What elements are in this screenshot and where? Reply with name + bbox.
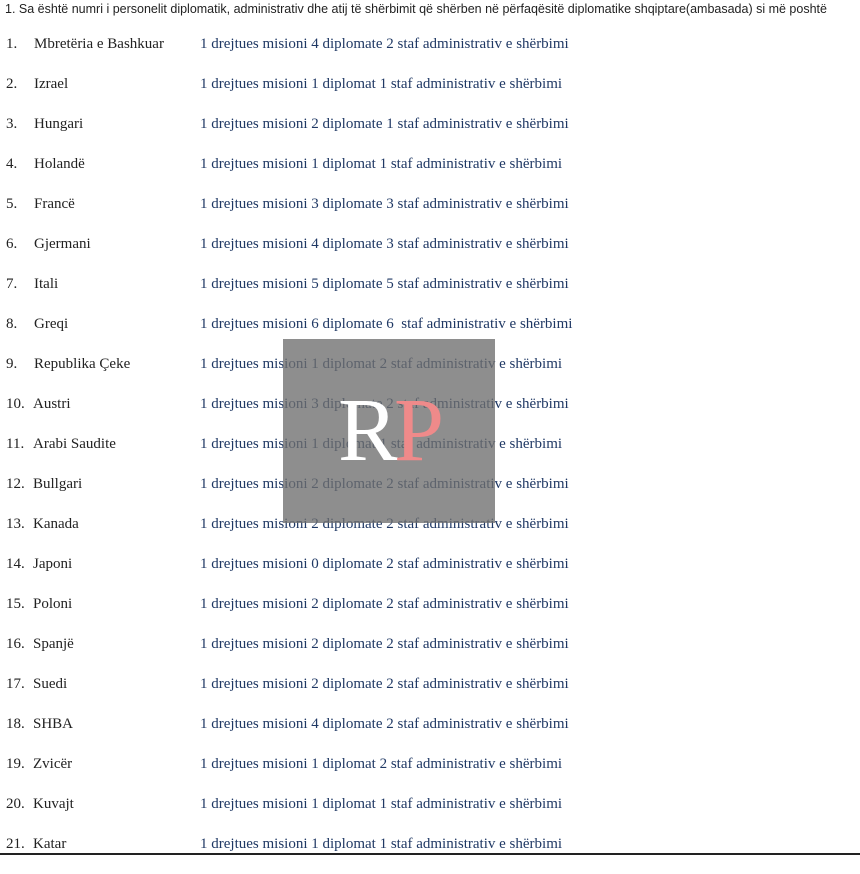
list-item: 3. Hungari 1 drejtues misioni 2 diplomate …: [0, 114, 860, 154]
item-number: 20.: [6, 796, 25, 812]
item-number: 11.: [6, 436, 25, 452]
item-number: 1.: [6, 36, 18, 52]
country-name: Mbretëria e Bashkuar: [34, 36, 164, 52]
item-number: 18.: [6, 716, 25, 732]
country-name: Bullgari: [33, 476, 83, 492]
item-number: 10.: [6, 396, 25, 412]
list-item: 16. Spanjë 1 drejtues misioni 2 diplomate …: [0, 634, 860, 674]
list-item: 12. Bullgari 1 drejtues misioni 2 diplomat…: [0, 474, 860, 514]
staff-composition: 1 drejtues misioni 4 diplomate 2 staf ad…: [200, 36, 569, 52]
staff-composition: 1 drejtues misioni 2 diplomate 1 staf ad…: [200, 116, 569, 132]
country-name: Greqi: [34, 316, 69, 332]
list-item: 18. SHBA 1 drejtues misioni 4 diplomate 2 …: [0, 714, 860, 754]
item-number: 14.: [6, 556, 25, 572]
list-item: 6. Gjermani 1 drejtues misioni 4 diplomate…: [0, 234, 860, 274]
staff-composition: 1 drejtues misioni 1 diplomat 1 staf adm…: [200, 76, 563, 92]
country-name: Suedi: [33, 676, 68, 692]
staff-composition: 1 drejtues misioni 4 diplomate 2 staf ad…: [200, 716, 569, 732]
list-item: 19. Zvicër 1 drejtues misioni 1 diplomat 2…: [0, 754, 860, 794]
item-number: 4.: [6, 156, 18, 172]
staff-composition: 1 drejtues misioni 3 diplomate 3 staf ad…: [200, 196, 569, 212]
staff-composition: 1 drejtues misioni 2 diplomate 2 staf ad…: [200, 516, 569, 532]
staff-composition: 1 drejtues misioni 2 diplomate 2 staf ad…: [200, 596, 569, 612]
staff-composition: 1 drejtues misioni 4 diplomate 3 staf ad…: [200, 236, 569, 252]
list-item: 4. Holandë 1 drejtues misioni 1 diplomat 1…: [0, 154, 860, 194]
item-number: 16.: [6, 636, 25, 652]
country-name: Izrael: [34, 76, 69, 92]
country-name: Republika Çeke: [34, 356, 131, 372]
country-name: Hungari: [34, 116, 84, 132]
item-number: 2.: [6, 76, 18, 92]
item-number: 8.: [6, 316, 18, 332]
country-name: Poloni: [33, 596, 73, 612]
list-item: 7. Itali 1 drejtues misioni 5 diplomate 5 …: [0, 274, 860, 314]
list-item: 8. Greqi 1 drejtues misioni 6 diplomate 6 …: [0, 314, 860, 354]
staff-composition: 1 drejtues misioni 1 diplomat 1 staf adm…: [200, 836, 563, 852]
staff-composition: 1 drejtues misioni 2 diplomate 2 staf ad…: [200, 476, 569, 492]
list-item: 10. Austri 1 drejtues misioni 3 diplomate …: [0, 394, 860, 434]
list-item: 11. Arabi Saudite 1 drejtues misioni 1 dip…: [0, 434, 860, 474]
item-number: 5.: [6, 196, 18, 212]
list-item: 13. Kanada 1 drejtues misioni 2 diplomate …: [0, 514, 860, 554]
country-name: Zvicër: [33, 756, 73, 772]
list-item: 20. Kuvajt 1 drejtues misioni 1 diplomat 1…: [0, 794, 860, 834]
item-number: 19.: [6, 756, 25, 772]
list-item: 14. Japoni 1 drejtues misioni 0 diplomate …: [0, 554, 860, 594]
item-number: 15.: [6, 596, 25, 612]
list-item: 17. Suedi 1 drejtues misioni 2 diplomate 2…: [0, 674, 860, 714]
item-number: 21.: [6, 836, 25, 852]
item-number: 3.: [6, 116, 18, 132]
staff-composition: 1 drejtues misioni 5 diplomate 5 staf ad…: [200, 276, 569, 292]
country-name: Francë: [34, 196, 75, 212]
staff-composition: 1 drejtues misioni 2 diplomate 2 staf ad…: [200, 636, 569, 652]
list-item: 15. Poloni 1 drejtues misioni 2 diplomate …: [0, 594, 860, 634]
country-name: SHBA: [33, 716, 74, 732]
country-name: Itali: [34, 276, 59, 292]
country-name: Katar: [33, 836, 67, 852]
item-number: 7.: [6, 276, 18, 292]
country-name: Austri: [33, 396, 71, 412]
staff-composition: 1 drejtues misioni 1 diplomat 1 staf adm…: [200, 796, 563, 812]
list-item: 2. Izrael 1 drejtues misioni 1 diplomat 1 …: [0, 74, 860, 114]
list-item: 5. Francë 1 drejtues misioni 3 diplomate 3…: [0, 194, 860, 234]
staff-composition: 1 drejtues misioni 6 diplomate 6 staf ad…: [200, 316, 573, 332]
staff-composition: 1 drejtues misioni 1 diplomat 1 staf adm…: [200, 156, 563, 172]
staff-composition: 1 drejtues misioni 2 diplomate 2 staf ad…: [200, 676, 569, 692]
embassy-staff-list: 1. Mbretëria e Bashkuar 1 drejtues misioni…: [0, 34, 860, 874]
item-number: 13.: [6, 516, 25, 532]
staff-composition: 1 drejtues misioni 1 diplomat 2 staf adm…: [200, 356, 563, 372]
list-item: 9. Republika Çeke 1 drejtues misioni 1 dip…: [0, 354, 860, 394]
country-name: Gjermani: [34, 236, 91, 252]
item-number: 17.: [6, 676, 25, 692]
country-name: Kanada: [33, 516, 79, 532]
staff-composition: 1 drejtues misioni 3 diplomate 2 staf ad…: [200, 396, 569, 412]
staff-composition: 1 drejtues misioni 0 diplomate 2 staf ad…: [200, 556, 569, 572]
item-number: 9.: [6, 356, 18, 372]
country-name: Arabi Saudite: [33, 436, 116, 452]
country-name: Japoni: [33, 556, 73, 572]
country-name: Holandë: [34, 156, 85, 172]
staff-composition: 1 drejtues misioni 1 diplomat 2 staf adm…: [200, 756, 563, 772]
country-name: Kuvajt: [33, 796, 74, 812]
question-heading: 1. Sa është numri i personelit diplomati…: [5, 2, 827, 16]
item-number: 6.: [6, 236, 18, 252]
list-item: 1. Mbretëria e Bashkuar 1 drejtues misioni…: [0, 34, 860, 74]
item-number: 12.: [6, 476, 25, 492]
country-name: Spanjë: [33, 636, 74, 652]
staff-composition: 1 drejtues misioni 1 diplomat 1 staf adm…: [200, 436, 563, 452]
